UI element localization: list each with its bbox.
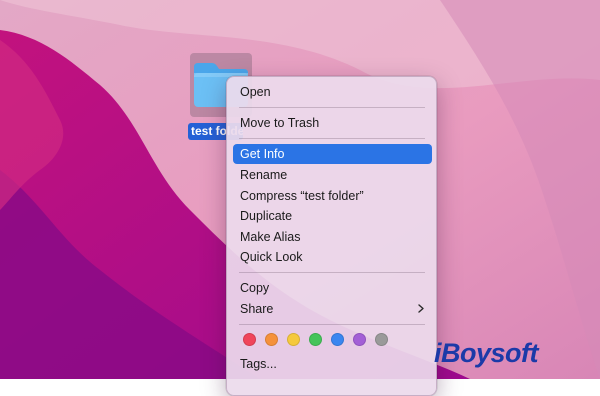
tag-purple-icon[interactable] <box>353 333 366 346</box>
tag-gray-icon[interactable] <box>375 333 388 346</box>
menu-item-label: Quick Look <box>240 250 303 264</box>
tag-red-icon[interactable] <box>243 333 256 346</box>
tag-orange-icon[interactable] <box>265 333 278 346</box>
tag-color-row <box>243 333 403 347</box>
menu-item-share[interactable]: Share <box>233 299 432 319</box>
menu-item-tags[interactable]: Tags... <box>233 354 432 374</box>
menu-item-label: Make Alias <box>240 230 301 244</box>
menu-item-open[interactable]: Open <box>233 82 432 102</box>
menu-item-copy[interactable]: Copy <box>233 278 432 298</box>
menu-separator <box>239 272 425 273</box>
menu-item-duplicate[interactable]: Duplicate <box>233 206 432 226</box>
menu-item-label: Compress “test folder” <box>240 189 364 203</box>
menu-item-compress[interactable]: Compress “test folder” <box>233 186 432 206</box>
menu-item-move-to-trash[interactable]: Move to Trash <box>233 113 432 133</box>
menu-item-label: Rename <box>240 168 288 182</box>
menu-item-get-info[interactable]: Get Info <box>233 144 432 164</box>
menu-item-label: Tags... <box>240 357 277 371</box>
menu-item-label: Share <box>240 302 274 316</box>
menu-item-label: Get Info <box>240 147 285 161</box>
menu-item-label: Move to Trash <box>240 116 320 130</box>
menu-item-make-alias[interactable]: Make Alias <box>233 227 432 247</box>
menu-separator <box>239 324 425 325</box>
menu-item-label: Open <box>240 85 271 99</box>
iboysoft-watermark: iBoysoft <box>434 338 539 368</box>
menu-item-label: Duplicate <box>240 209 293 223</box>
context-menu: Open Move to Trash Get Info Rename Compr… <box>226 76 437 396</box>
tag-green-icon[interactable] <box>309 333 322 346</box>
menu-item-rename[interactable]: Rename <box>233 165 432 185</box>
menu-item-quick-look[interactable]: Quick Look <box>233 247 432 267</box>
menu-separator <box>239 138 425 139</box>
tag-blue-icon[interactable] <box>331 333 344 346</box>
menu-item-label: Copy <box>240 281 270 295</box>
menu-separator <box>239 107 425 108</box>
chevron-right-icon <box>418 304 424 313</box>
tag-yellow-icon[interactable] <box>287 333 300 346</box>
